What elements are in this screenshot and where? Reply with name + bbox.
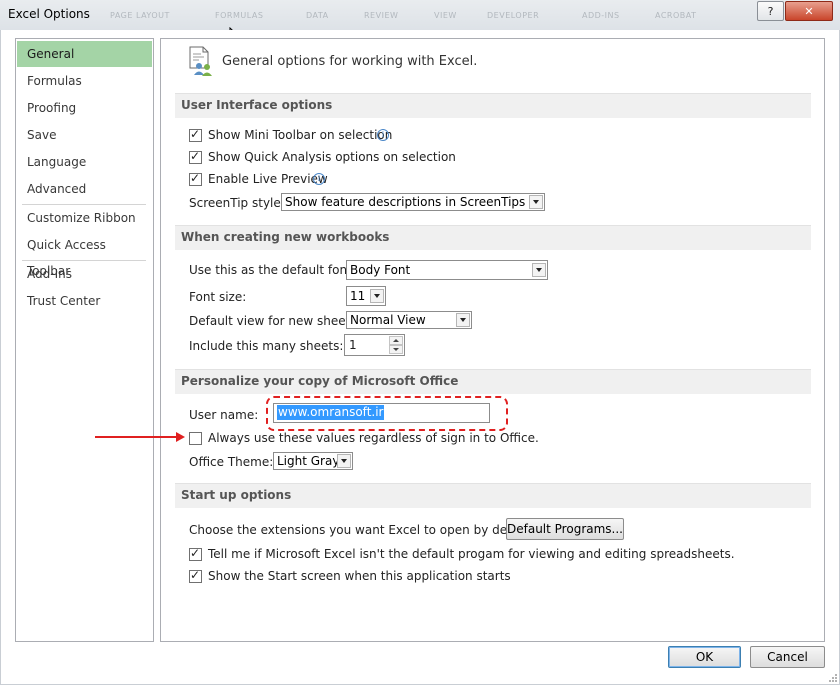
section-title: Personalize your copy of Microsoft Offic… [181,374,459,388]
ghost-tab: VIEW [434,11,457,20]
section-header-ui: User Interface options [175,93,811,118]
chevron-down-icon[interactable] [529,195,543,209]
ghost-tab: DATA [306,11,329,20]
category-nav: General Formulas Proofing Save Language … [15,38,154,642]
sheet-count-label: Include this many sheets: [189,339,344,353]
office-theme-label: Office Theme: [189,455,274,469]
ghost-tab: FORMULAS [215,11,264,20]
info-icon: i [313,173,325,185]
font-size-value: 11 [350,289,366,303]
close-button[interactable]: ✕ [785,1,833,21]
ok-button[interactable]: OK [668,646,741,668]
nav-item-advanced[interactable]: Advanced [17,176,152,202]
sheet-count-stepper[interactable]: 1 [344,334,405,356]
sheet-count-value: 1 [349,338,357,352]
close-icon: ✕ [804,4,814,18]
extensions-label: Choose the extensions you want Excel to … [189,523,539,537]
default-view-select[interactable]: Normal View [346,311,472,329]
ghost-tab: PAGE LAYOUT [110,11,170,20]
ghost-tab: DEVELOPER [487,11,540,20]
nav-item-customize-ribbon[interactable]: Customize Ribbon [17,205,152,231]
screentip-style-label: ScreenTip style: [189,196,285,210]
user-name-label: User name: [189,408,259,422]
default-programs-button[interactable]: Default Programs... [506,518,624,540]
always-use-values-checkbox[interactable] [189,432,202,445]
default-view-label: Default view for new sheets: [189,314,361,328]
section-header-startup: Start up options [175,483,811,508]
nav-item-save[interactable]: Save [17,122,152,148]
quick-analysis-label: Show Quick Analysis options on selection [208,150,456,164]
section-title: When creating new workbooks [181,230,390,244]
screentip-style-value: Show feature descriptions in ScreenTips [285,195,526,209]
user-name-value: www.omransoft.ir [277,405,385,420]
nav-item-language[interactable]: Language [17,149,152,175]
chevron-down-icon[interactable] [532,263,546,277]
nav-item-trust-center[interactable]: Trust Center [17,288,152,314]
ghost-tab: ACROBAT [655,11,697,20]
chevron-down-icon[interactable] [456,313,470,327]
nav-item-add-ins[interactable]: Add-Ins [17,261,152,287]
section-title: User Interface options [181,98,333,112]
section-header-personalize: Personalize your copy of Microsoft Offic… [175,369,811,394]
default-font-value: Body Font [350,263,411,277]
ghost-tab: REVIEW [364,11,399,20]
start-screen-checkbox[interactable] [189,568,202,583]
start-screen-label: Show the Start screen when this applicat… [208,569,511,583]
screentip-style-select[interactable]: Show feature descriptions in ScreenTips [281,193,545,211]
cancel-button[interactable]: Cancel [750,646,825,668]
nav-item-quick-access-toolbar[interactable]: Quick Access Toolbar [17,232,152,278]
mini-toolbar-label: Show Mini Toolbar on selection [208,128,393,142]
office-theme-value: Light Gray [277,454,340,468]
user-name-input[interactable]: www.omransoft.ir [273,403,490,423]
office-theme-select[interactable]: Light Gray [273,452,353,470]
nav-item-proofing[interactable]: Proofing [17,95,152,121]
annotation-arrow-icon [95,432,185,442]
title-bar: Excel Options PAGE LAYOUT FORMULAS DATA … [0,0,840,31]
resize-grip-icon[interactable] [828,673,838,683]
tell-me-default-label: Tell me if Microsoft Excel isn't the def… [208,547,735,561]
default-font-label: Use this as the default font: [189,263,356,277]
chevron-down-icon[interactable] [337,454,351,468]
always-use-values-label: Always use these values regardless of si… [208,431,539,445]
font-size-label: Font size: [189,290,247,304]
window-title: Excel Options [8,7,90,21]
nav-item-general[interactable]: General [17,41,152,67]
quick-analysis-checkbox[interactable] [189,149,202,164]
section-header-new-workbooks: When creating new workbooks [175,225,811,250]
options-people-icon [189,46,212,76]
ghost-tab: ADD-INS [582,11,620,20]
live-preview-checkbox[interactable] [189,171,202,186]
spin-up-icon[interactable] [389,336,403,345]
page-title: General options for working with Excel. [222,54,478,69]
font-size-select[interactable]: 11 [346,286,386,306]
mini-toolbar-checkbox[interactable] [189,127,202,142]
nav-item-formulas[interactable]: Formulas [17,68,152,94]
spin-down-icon[interactable] [389,345,403,354]
default-font-select[interactable]: Body Font [346,260,548,280]
info-icon: i [377,129,389,141]
chevron-down-icon[interactable] [370,289,384,303]
help-button[interactable]: ? [757,1,784,21]
default-view-value: Normal View [350,313,426,327]
live-preview-label: Enable Live Preview [208,172,328,186]
section-title: Start up options [181,488,292,502]
tell-me-default-checkbox[interactable] [189,546,202,561]
